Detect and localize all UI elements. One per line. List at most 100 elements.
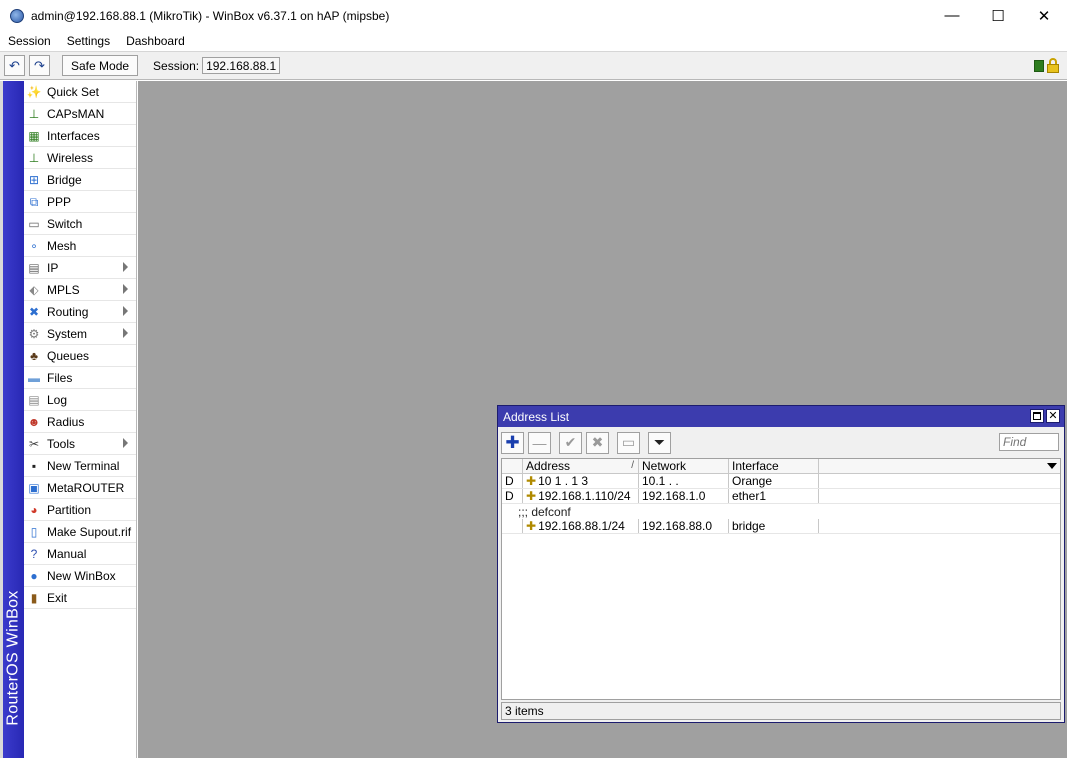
menu-session[interactable]: Session xyxy=(0,34,59,48)
sidebar-item-label: New WinBox xyxy=(47,568,116,583)
maximize-button[interactable]: ☐ xyxy=(975,0,1021,31)
enable-button[interactable]: ✔ xyxy=(559,431,582,454)
column-network[interactable]: Network xyxy=(639,459,729,473)
sidebar-item-make-supout-rif[interactable]: ▯ Make Supout.rif xyxy=(24,521,136,543)
sidebar-item-partition[interactable]: ◕ Partition xyxy=(24,499,136,521)
sidebar-item-wireless[interactable]: ⊥ Wireless xyxy=(24,147,136,169)
address-list-window: Address List ✕ ✚ — ✔ ✖ ▭ ⏷ Address / xyxy=(497,405,1065,723)
table-row[interactable]: D ✚ 192.168.1.110/24 192.168.1.0 ether1 xyxy=(502,489,1060,504)
sidebar-item-label: Manual xyxy=(47,546,87,561)
row-address: ✚ 10 1 . 1 3 xyxy=(523,474,639,488)
routing-icon: ✖ xyxy=(28,304,40,319)
sidebar-item-switch[interactable]: ▭ Switch xyxy=(24,213,136,235)
row-flag xyxy=(502,519,523,533)
submenu-arrow-icon xyxy=(123,328,128,338)
winbox-app-icon xyxy=(10,8,24,23)
sidebar-item-label: Wireless xyxy=(47,150,94,165)
sidebar-item-label: CAPsMAN xyxy=(47,106,105,121)
sidebar-item-label: Files xyxy=(47,370,73,385)
sidebar-item-routing[interactable]: ✖ Routing xyxy=(24,301,136,323)
address-list-title: Address List xyxy=(503,409,570,424)
ppp-icon: ⧉ xyxy=(29,194,39,209)
remove-button[interactable]: — xyxy=(528,431,551,454)
menu-settings[interactable]: Settings xyxy=(59,34,118,48)
lock-icon xyxy=(1047,58,1059,73)
subwindow-close-button[interactable]: ✕ xyxy=(1046,409,1060,423)
redo-button[interactable]: ↷ xyxy=(29,55,50,76)
close-button[interactable]: ✕ xyxy=(1021,0,1067,31)
column-spacer xyxy=(819,459,1060,473)
row-interface: Orange xyxy=(729,474,819,488)
sidebar-item-ip[interactable]: ▤ IP xyxy=(24,257,136,279)
address-list-titlebar[interactable]: Address List ✕ xyxy=(498,406,1064,427)
row-address-value: 192.168.88.1/24 xyxy=(538,519,625,533)
column-address-label: Address xyxy=(526,459,571,473)
sidebar-item-metarouter[interactable]: ▣ MetaROUTER xyxy=(24,477,136,499)
submenu-arrow-icon xyxy=(123,262,128,272)
column-flag[interactable] xyxy=(502,459,523,473)
filter-button[interactable]: ⏷ xyxy=(648,431,671,454)
radius-icon: ☻ xyxy=(27,414,41,429)
safe-mode-button[interactable]: Safe Mode xyxy=(62,55,139,76)
window-controls: — ☐ ✕ xyxy=(929,0,1067,31)
sidebar-item-quick-set[interactable]: ✨ Quick Set xyxy=(24,81,136,103)
disable-button[interactable]: ✖ xyxy=(586,431,609,454)
sidebar-item-new-terminal[interactable]: ▪ New Terminal xyxy=(24,455,136,477)
log-icon: ▤ xyxy=(28,392,40,407)
cross-icon: ✖ xyxy=(591,434,604,450)
sidebar-item-label: Mesh xyxy=(47,238,77,253)
redo-icon: ↷ xyxy=(34,57,45,73)
sidebar-item-label: Radius xyxy=(47,414,85,429)
capsman-icon: ⊥ xyxy=(28,106,40,121)
sidebar-item-system[interactable]: ⚙ System xyxy=(24,323,136,345)
table-row[interactable]: D ✚ 10 1 . 1 3 10.1 . . Orange xyxy=(502,474,1060,489)
sidebar-item-ppp[interactable]: ⧉ PPP xyxy=(24,191,136,213)
column-address[interactable]: Address / xyxy=(523,459,639,473)
table-row[interactable]: ✚ 192.168.88.1/24 192.168.88.0 bridge xyxy=(502,519,1060,534)
partition-icon: ◕ xyxy=(30,502,38,517)
sidebar-item-interfaces[interactable]: ▦ Interfaces xyxy=(24,125,136,147)
sidebar-item-label: Log xyxy=(47,392,68,407)
sidebar-item-radius[interactable]: ☻ Radius xyxy=(24,411,136,433)
mpls-icon: ⬖ xyxy=(29,282,39,297)
queues-icon: ♣ xyxy=(30,348,38,363)
add-button[interactable]: ✚ xyxy=(501,431,524,454)
row-interface: ether1 xyxy=(729,489,819,503)
sidebar-item-exit[interactable]: ▮ Exit xyxy=(24,587,136,609)
sidebar-item-label: Interfaces xyxy=(47,128,100,143)
column-interface[interactable]: Interface xyxy=(729,459,819,473)
menu-dashboard[interactable]: Dashboard xyxy=(118,34,193,48)
sidebar-item-bridge[interactable]: ⊞ Bridge xyxy=(24,169,136,191)
sidebar-item-mesh[interactable]: ∘ Mesh xyxy=(24,235,136,257)
maximize-icon xyxy=(1033,412,1041,420)
window-title: admin@192.168.88.1 (MikroTik) - WinBox v… xyxy=(31,8,390,23)
sidebar-item-label: IP xyxy=(47,260,59,275)
minus-icon: — xyxy=(532,434,547,451)
sidebar-item-new-winbox[interactable]: ● New WinBox xyxy=(24,565,136,587)
row-address: ✚ 192.168.1.110/24 xyxy=(523,489,639,503)
undo-button[interactable]: ↶ xyxy=(4,55,25,76)
find-input[interactable] xyxy=(999,433,1059,451)
exit-icon: ▮ xyxy=(30,590,38,605)
interfaces-icon: ▦ xyxy=(28,128,40,143)
sidebar-item-log[interactable]: ▤ Log xyxy=(24,389,136,411)
manual-icon: ? xyxy=(30,546,38,561)
sidebar-item-capsman[interactable]: ⊥ CAPsMAN xyxy=(24,103,136,125)
address-list-toolbar: ✚ — ✔ ✖ ▭ ⏷ xyxy=(498,427,1064,458)
column-menu-dropdown-icon[interactable] xyxy=(1047,463,1057,469)
ip-icon: ▤ xyxy=(28,260,40,275)
quick-set-icon: ✨ xyxy=(26,84,42,99)
sidebar-item-queues[interactable]: ♣ Queues xyxy=(24,345,136,367)
subwindow-maximize-button[interactable] xyxy=(1030,409,1044,423)
winbox-icon: ● xyxy=(30,568,38,583)
sidebar-item-files[interactable]: ▬ Files xyxy=(24,367,136,389)
sidebar-item-mpls[interactable]: ⬖ MPLS xyxy=(24,279,136,301)
submenu-arrow-icon xyxy=(123,284,128,294)
minimize-button[interactable]: — xyxy=(929,0,975,31)
sidebar-item-tools[interactable]: ✂ Tools xyxy=(24,433,136,455)
sidebar-item-label: Tools xyxy=(47,436,76,451)
sidebar-item-label: MPLS xyxy=(47,282,80,297)
sidebar-item-label: Quick Set xyxy=(47,84,100,99)
sidebar-item-manual[interactable]: ? Manual xyxy=(24,543,136,565)
comment-button[interactable]: ▭ xyxy=(617,431,640,454)
